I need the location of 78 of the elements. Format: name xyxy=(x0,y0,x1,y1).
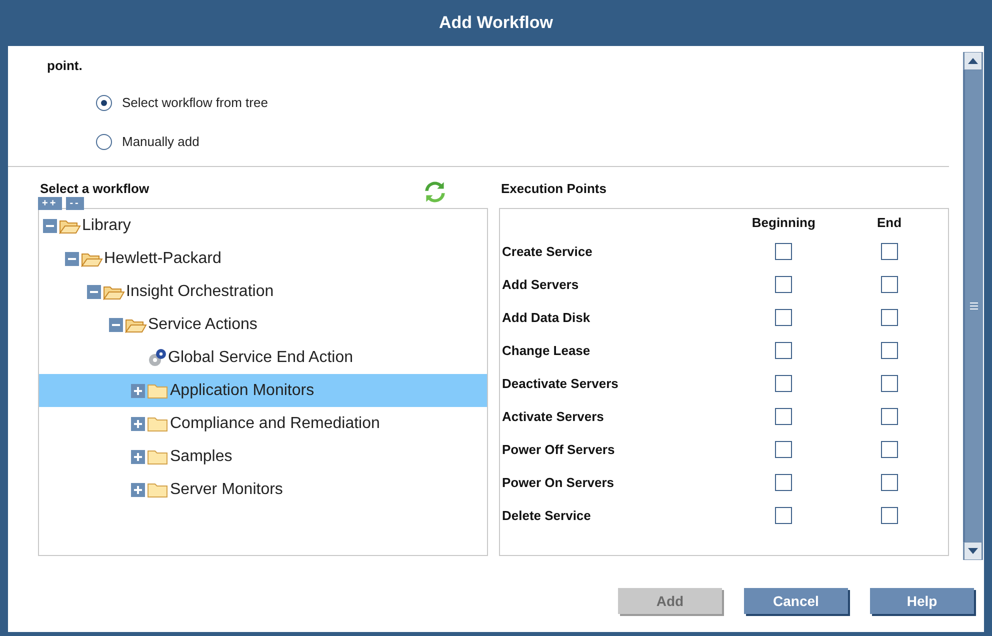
open-folder-icon xyxy=(103,284,125,300)
execution-point-label: Add Servers xyxy=(502,277,579,292)
dialog-button[interactable]: Cancel xyxy=(744,588,848,614)
execution-point-label: Deactivate Servers xyxy=(502,376,618,391)
tree-item[interactable]: Library xyxy=(39,209,487,242)
gear-icon xyxy=(147,348,167,368)
column-header: Beginning xyxy=(752,214,816,230)
collapse-icon[interactable] xyxy=(65,252,79,266)
tree-item[interactable]: Hewlett-Packard xyxy=(39,242,487,275)
checkbox[interactable] xyxy=(880,408,898,425)
window-title: Add Workflow xyxy=(438,12,554,34)
intro-text: point. xyxy=(46,57,84,73)
execution-point-label: Add Data Disk xyxy=(502,310,590,325)
execution-point-label: Power On Servers xyxy=(502,475,614,490)
checkbox[interactable] xyxy=(775,276,792,293)
checkbox[interactable] xyxy=(880,375,898,392)
tree-item[interactable]: Insight Orchestration xyxy=(39,275,487,308)
checkbox[interactable] xyxy=(880,276,898,293)
expand-icon[interactable] xyxy=(131,384,145,398)
expand-icon[interactable] xyxy=(131,482,145,496)
tree-item[interactable]: Samples xyxy=(39,440,487,473)
collapse-icon[interactable] xyxy=(109,318,123,332)
expand-icon[interactable] xyxy=(131,416,145,430)
tree-label: Service Actions xyxy=(148,316,258,334)
tree-item[interactable]: Application Monitors xyxy=(39,374,487,407)
tree-label: Library xyxy=(82,216,131,234)
tree-item[interactable]: Compliance and Remediation xyxy=(39,407,487,440)
refresh-icon[interactable] xyxy=(424,181,446,203)
dialog-button[interactable]: Help xyxy=(870,588,974,614)
radio-button[interactable] xyxy=(96,134,112,150)
execution-point-label: Delete Service xyxy=(502,508,591,523)
checkbox[interactable] xyxy=(775,309,792,326)
tree-item[interactable]: Global Service End Action xyxy=(39,341,487,374)
open-folder-icon xyxy=(59,218,81,234)
tree-item[interactable]: Server Monitors xyxy=(39,473,487,506)
panel-title: Execution Points xyxy=(500,180,606,196)
tree-label: Compliance and Remediation xyxy=(170,414,380,432)
tree-item[interactable]: Service Actions xyxy=(39,308,487,341)
radio-label[interactable]: Select workflow from tree xyxy=(122,95,268,110)
tree-label: Hewlett-Packard xyxy=(104,250,222,268)
checkbox[interactable] xyxy=(775,375,792,392)
checkbox[interactable] xyxy=(880,474,898,491)
checkbox[interactable] xyxy=(775,441,792,458)
checkbox[interactable] xyxy=(880,243,898,260)
tree-label: Application Monitors xyxy=(170,382,314,400)
scroll-down-icon[interactable] xyxy=(963,542,983,560)
folder-icon xyxy=(147,416,169,432)
checkbox[interactable] xyxy=(775,342,792,359)
tree-label: Global Service End Action xyxy=(168,348,353,366)
checkbox[interactable] xyxy=(775,474,792,491)
collapse-icon[interactable] xyxy=(43,218,57,232)
open-folder-icon xyxy=(125,316,147,332)
grip-icon xyxy=(969,302,979,310)
checkbox[interactable] xyxy=(880,507,898,524)
execution-point-label: Activate Servers xyxy=(502,409,604,424)
execution-point-label: Change Lease xyxy=(502,343,590,358)
open-folder-icon xyxy=(81,250,103,266)
scroll-up-icon[interactable] xyxy=(963,52,983,70)
checkbox[interactable] xyxy=(880,441,898,458)
tree-label: Samples xyxy=(170,448,232,466)
execution-point-label: Power Off Servers xyxy=(502,442,615,457)
checkbox[interactable] xyxy=(880,309,898,326)
execution-point-label: Create Service xyxy=(502,244,592,259)
checkbox[interactable] xyxy=(880,342,898,359)
panel-title: Select a workflow xyxy=(39,180,150,196)
expand-icon[interactable] xyxy=(131,450,145,464)
folder-icon xyxy=(147,448,169,464)
checkbox[interactable] xyxy=(775,408,792,425)
radio-label[interactable]: Manually add xyxy=(122,134,200,149)
tree-label: Server Monitors xyxy=(170,480,283,498)
radio-button[interactable] xyxy=(96,94,112,110)
column-header: End xyxy=(876,214,902,230)
checkbox[interactable] xyxy=(775,243,792,260)
folder-icon xyxy=(147,482,169,498)
tree-label: Insight Orchestration xyxy=(126,282,274,300)
folder-icon xyxy=(147,382,169,398)
collapse-icon[interactable] xyxy=(87,284,101,298)
checkbox[interactable] xyxy=(775,507,792,524)
